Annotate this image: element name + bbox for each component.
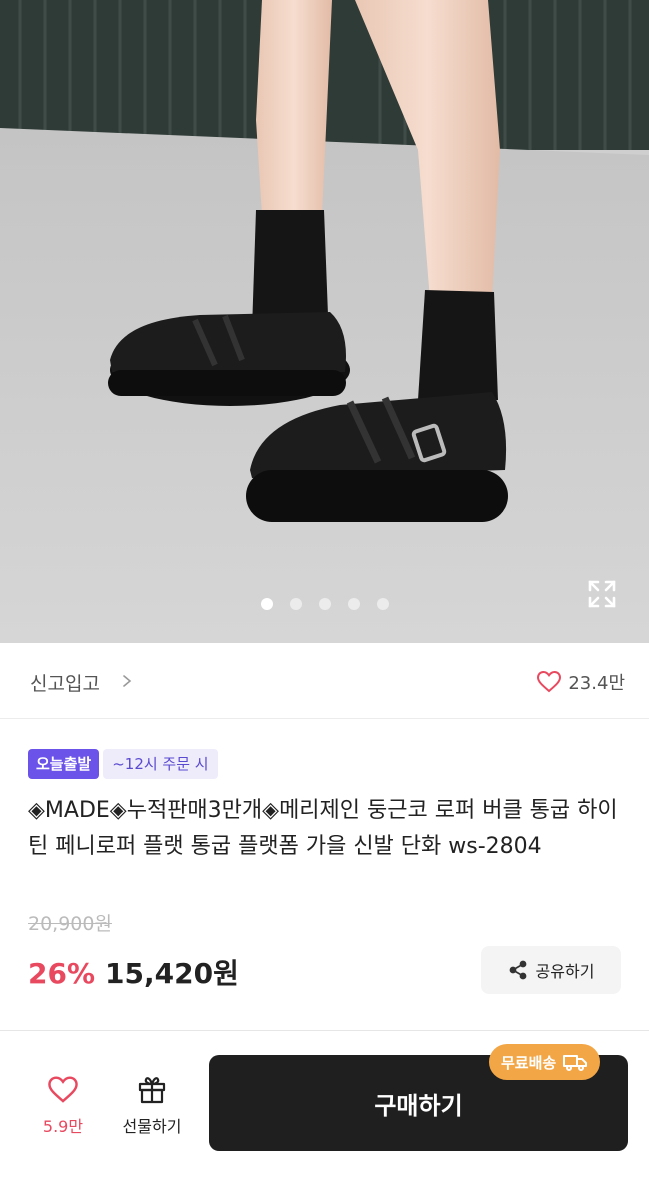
pagination-dot[interactable] (318, 598, 331, 610)
order-cutoff-badge: ~12시 주문 시 (103, 749, 218, 779)
product-photo (0, 0, 649, 643)
gift-button[interactable]: 선물하기 (114, 1073, 190, 1137)
heart-icon (48, 1076, 78, 1103)
share-button[interactable]: 공유하기 (481, 946, 621, 994)
product-title: ◈MADE◈누적판매3만개◈메리제인 둥근코 로퍼 버클 통굽 하이틴 페니로퍼… (28, 798, 618, 859)
product-image-gallery[interactable] (0, 0, 649, 643)
pagination-dot[interactable] (347, 598, 360, 610)
store-name-link[interactable]: 신고입고 (30, 669, 100, 696)
sale-price: 15,420원 (105, 957, 239, 990)
wishlist-button[interactable]: 5.9만 (34, 1075, 92, 1137)
heart-icon (537, 670, 562, 693)
pagination-dot[interactable] (289, 598, 302, 610)
expand-icon (588, 580, 616, 608)
like-count: 23.4만 (568, 673, 625, 694)
price-row: 26% 15,420원 (28, 952, 239, 992)
truck-icon (563, 1055, 588, 1071)
share-label: 공유하기 (535, 962, 595, 981)
gallery-pagination (0, 598, 649, 610)
discount-rate: 26% (28, 957, 96, 990)
wishlist-count: 5.9만 (42, 1117, 84, 1136)
gift-icon (138, 1077, 166, 1104)
bottom-action-bar: 5.9만 선물하기 구매하기 무료배송 (0, 1030, 649, 1200)
store-like-button[interactable]: 23.4만 (536, 669, 625, 695)
share-icon (509, 960, 526, 980)
chevron-right-icon (123, 675, 132, 687)
gift-label: 선물하기 (122, 1117, 182, 1136)
store-row: 신고입고 23.4만 (0, 643, 649, 719)
free-shipping-badge: 무료배송 (489, 1044, 601, 1080)
expand-button[interactable] (584, 576, 620, 612)
original-price: 20,900원 (28, 913, 112, 935)
delivery-badges: 오늘출발 ~12시 주문 시 (28, 749, 218, 779)
free-shipping-label: 무료배송 (501, 1053, 557, 1072)
today-shipping-badge: 오늘출발 (28, 749, 100, 779)
pagination-dot[interactable] (260, 598, 273, 610)
pagination-dot[interactable] (376, 598, 389, 610)
